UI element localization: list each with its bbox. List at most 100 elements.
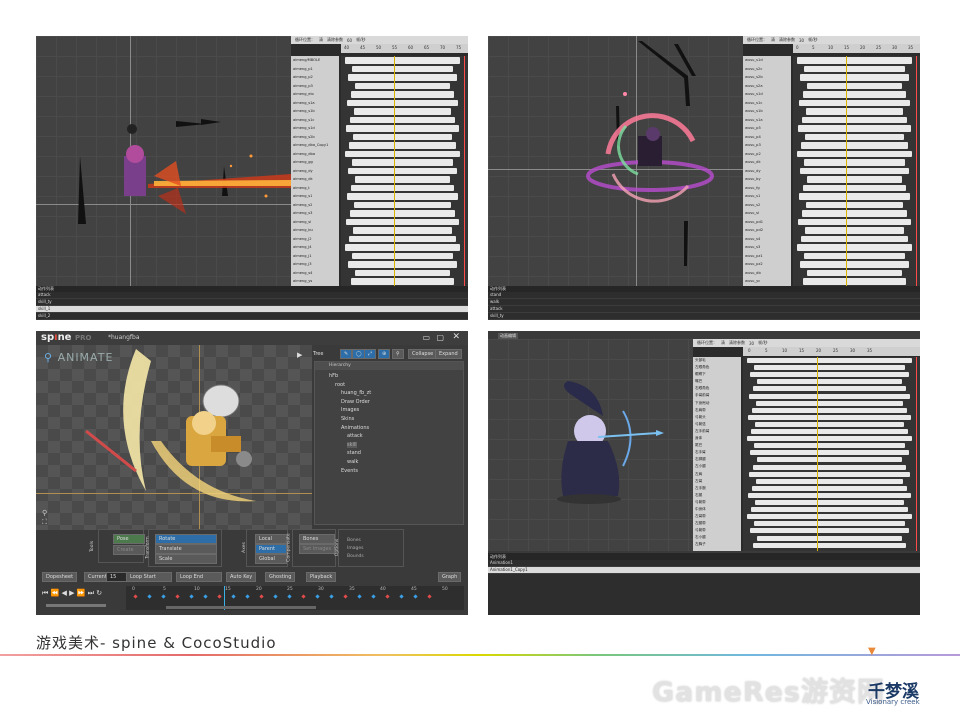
keyframe-bar[interactable] — [754, 521, 905, 527]
keyframe-bar[interactable] — [806, 201, 903, 208]
character-archer-sprite[interactable] — [488, 331, 693, 551]
track-name[interactable]: wusu_s1 — [743, 192, 791, 201]
track-name[interactable]: aimeng_gg — [291, 158, 339, 167]
keyframe-bar[interactable] — [807, 269, 902, 276]
track-name[interactable]: aimeng_dba — [291, 150, 339, 159]
toolbar-clear-button[interactable]: 清 — [721, 340, 725, 346]
track-name[interactable]: 中身体 — [693, 506, 741, 513]
timeline-scrollbar[interactable] — [166, 606, 316, 609]
track-name[interactable]: 左腿带 — [693, 520, 741, 527]
track-name[interactable]: 左眼角色 — [693, 364, 741, 371]
track-name[interactable]: wusu_s2b — [743, 73, 791, 82]
keyframe-bar[interactable] — [749, 471, 910, 477]
keyframe-diamond[interactable] — [427, 594, 432, 599]
maximize-icon[interactable]: ▢ — [436, 333, 444, 342]
track-name[interactable]: wusu_fg — [743, 184, 791, 193]
animation-list-item[interactable]: skill_ty — [36, 299, 468, 306]
spine-timeline[interactable]: 0 5 10 15 20 25 30 35 40 45 50 — [126, 586, 464, 610]
track-name[interactable]: wusu_p5 — [743, 124, 791, 133]
keyframe-bar[interactable] — [755, 421, 904, 427]
parent-axis-button[interactable]: Parent — [255, 544, 287, 554]
tree-tool-button[interactable]: ⤢ — [364, 349, 377, 359]
keyframe-bar[interactable] — [747, 514, 912, 520]
keyframe-bar[interactable] — [754, 365, 905, 371]
track-name[interactable]: 眼睛下 — [693, 371, 741, 378]
track-name[interactable]: 嘴巴 — [693, 378, 741, 385]
track-name[interactable]: 手臂前臂 — [693, 392, 741, 399]
keyframe-bar[interactable] — [807, 82, 902, 89]
keyframe-bar[interactable] — [346, 218, 459, 225]
keyframe-bar[interactable] — [798, 218, 911, 225]
track-name[interactable]: aimeng_dk — [291, 175, 339, 184]
keyframe-bar[interactable] — [800, 74, 909, 81]
track-name[interactable]: wusu_s1d — [743, 56, 791, 65]
character-wusu-sprite[interactable] — [488, 36, 743, 286]
keyframe-bar[interactable] — [807, 176, 902, 183]
playhead-marker[interactable] — [394, 56, 395, 286]
track-name[interactable]: aimeng_j4 — [291, 243, 339, 252]
track-name[interactable]: 右眼角色 — [693, 385, 741, 392]
keyframe-diamond[interactable] — [203, 594, 208, 599]
keyframe-bar[interactable] — [804, 252, 905, 259]
tree-node[interactable]: Draw Order — [341, 399, 370, 405]
tree-node[interactable]: Animations — [341, 425, 369, 431]
tree-node[interactable]: skill — [347, 441, 357, 448]
keyframe-bar[interactable] — [806, 108, 903, 115]
keyframe-bar[interactable] — [355, 176, 450, 183]
tree-node[interactable]: attack — [347, 433, 363, 439]
animation-list-item[interactable]: Animation1 — [488, 560, 920, 567]
keyframe-bar[interactable] — [805, 227, 904, 234]
track-rows[interactable] — [341, 56, 468, 286]
track-name[interactable]: aimeng_s1b — [291, 107, 339, 116]
track-name[interactable]: aimeng_ys — [291, 277, 339, 286]
track-name[interactable]: 左臂 — [693, 478, 741, 485]
keyframe-bar[interactable] — [757, 457, 902, 463]
keyframe-diamond[interactable] — [301, 594, 306, 599]
keyframe-bar[interactable] — [757, 379, 902, 385]
track-name[interactable]: 左胸子 — [693, 541, 741, 548]
rotate-button[interactable]: Rotate — [155, 534, 217, 544]
keyframe-diamond[interactable] — [189, 594, 194, 599]
minimize-icon[interactable]: ▭ — [422, 333, 430, 342]
animation-list-item[interactable]: skill_2 — [36, 313, 468, 320]
keyframe-bar[interactable] — [752, 407, 907, 413]
tree-search-button[interactable]: ⚲ — [392, 349, 404, 359]
keyframe-diamond[interactable] — [161, 594, 166, 599]
keyframe-bar[interactable] — [797, 244, 912, 251]
keyframe-bar[interactable] — [353, 133, 452, 140]
animation-list-item[interactable]: walk — [488, 299, 920, 306]
keyframe-diamond[interactable] — [231, 594, 236, 599]
keyframe-bar[interactable] — [804, 65, 905, 72]
tree-node[interactable]: huang_fb_zt — [341, 390, 371, 396]
tree-tool-button[interactable]: ⊕ — [378, 349, 391, 359]
track-name[interactable]: wusu_s1b — [743, 107, 791, 116]
keyframe-bar[interactable] — [750, 372, 909, 378]
keyframe-bar[interactable] — [801, 142, 908, 149]
keyframe-diamond[interactable] — [329, 594, 334, 599]
pose-button[interactable]: Pose — [113, 534, 145, 544]
track-name[interactable]: aimeng_bu — [291, 226, 339, 235]
keyframe-bar[interactable] — [801, 235, 908, 242]
keyframe-bar[interactable] — [750, 528, 909, 534]
track-rows[interactable] — [743, 357, 920, 551]
last-frame-icon[interactable]: ⏭ — [88, 589, 94, 597]
track-name[interactable]: wusu_s1c — [743, 99, 791, 108]
tree-node[interactable]: root — [335, 382, 345, 388]
track-name[interactable]: aimeng_elo — [291, 90, 339, 99]
track-name[interactable]: 右腿 — [693, 492, 741, 499]
track-name[interactable]: wusu_p4 — [743, 133, 791, 142]
track-name[interactable]: 左手腕 — [693, 485, 741, 492]
playhead-marker[interactable] — [846, 56, 847, 286]
track-name[interactable]: aimeng_s1d — [291, 124, 339, 133]
keyframe-bar[interactable] — [348, 167, 457, 174]
toolbar-clear-params-button[interactable]: 清除参数 — [779, 37, 795, 43]
track-name[interactable]: aimeng_s3 — [291, 209, 339, 218]
keyframe-bar[interactable] — [348, 74, 457, 81]
keyframe-bar[interactable] — [351, 184, 454, 191]
keyframe-bar[interactable] — [804, 159, 905, 166]
keyframe-bar[interactable] — [346, 125, 459, 132]
keyframe-bar[interactable] — [351, 278, 454, 285]
track-name[interactable]: wusu_yc — [743, 277, 791, 286]
track-name[interactable]: wusu_pd2 — [743, 226, 791, 235]
keyframe-bar[interactable] — [347, 193, 458, 200]
